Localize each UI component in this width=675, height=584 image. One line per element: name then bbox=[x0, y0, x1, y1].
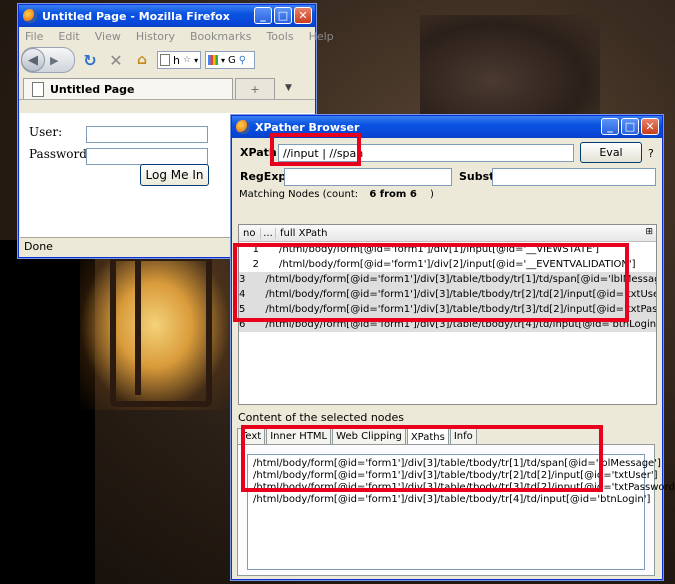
tab-untitled-page[interactable]: Untitled Page bbox=[23, 78, 233, 99]
minimize-button[interactable]: _ bbox=[601, 118, 619, 135]
firefox-logo-icon bbox=[236, 120, 250, 134]
xpather-window-title: XPather Browser bbox=[255, 120, 360, 134]
reload-icon: ↻ bbox=[83, 50, 97, 70]
forward-button[interactable]: ▶ bbox=[50, 54, 58, 67]
login-button[interactable]: Log Me In bbox=[140, 164, 209, 186]
password-label: Password: bbox=[29, 147, 91, 161]
back-arrow-icon: ◀ bbox=[28, 52, 38, 68]
column-full-xpath[interactable]: full XPath bbox=[276, 228, 327, 239]
menu-history[interactable]: History bbox=[136, 30, 175, 43]
user-label: User: bbox=[29, 125, 63, 139]
user-input[interactable] bbox=[86, 126, 208, 143]
bookmark-star-icon[interactable]: ☆ bbox=[183, 55, 191, 65]
matching-prefix: Matching Nodes (count: bbox=[239, 189, 359, 200]
page-icon bbox=[160, 54, 170, 66]
page-icon bbox=[32, 81, 44, 97]
matching-nodes-line: Matching Nodes (count: 6 from 6 ) bbox=[239, 189, 434, 200]
results-header: no ... full XPath ⊞ bbox=[239, 225, 656, 242]
regexp-label: RegExp bbox=[240, 170, 287, 183]
new-tab-button[interactable]: + bbox=[235, 78, 275, 99]
eval-button[interactable]: Eval bbox=[580, 142, 642, 163]
highlight-xpath-query bbox=[270, 133, 361, 166]
status-text: Done bbox=[24, 240, 53, 253]
highlight-selected-xpaths bbox=[241, 425, 603, 492]
home-button[interactable]: ⌂ bbox=[131, 49, 153, 71]
maximize-button[interactable]: □ bbox=[274, 7, 292, 24]
stop-icon: ✕ bbox=[109, 50, 123, 70]
menu-help[interactable]: Help bbox=[309, 30, 334, 43]
stop-button[interactable]: ✕ bbox=[105, 49, 127, 71]
column-dots[interactable]: ... bbox=[261, 227, 276, 239]
content-section-label: Content of the selected nodes bbox=[238, 411, 405, 424]
menu-view[interactable]: View bbox=[95, 30, 121, 43]
firefox-navbar: ◀ ▶ ↻ ✕ ⌂ h ☆ ▾ ▾ G ⚲ bbox=[19, 45, 315, 75]
firefox-logo-icon bbox=[23, 9, 37, 23]
reload-button[interactable]: ↻ bbox=[79, 49, 101, 71]
back-forward-group: ◀ ▶ bbox=[21, 47, 75, 73]
xpather-window: XPather Browser _ □ ✕ XPath //input | //… bbox=[231, 115, 675, 580]
minimize-button[interactable]: _ bbox=[254, 7, 272, 24]
column-picker-icon[interactable]: ⊞ bbox=[645, 227, 653, 237]
firefox-menubar: File Edit View History Bookmarks Tools H… bbox=[19, 27, 334, 45]
url-bar[interactable]: h ☆ ▾ bbox=[157, 51, 201, 69]
firefox-tabstrip: Untitled Page + ▼ bbox=[19, 75, 315, 100]
xpath-line: /html/body/form[@id='form1']/div[3]/tabl… bbox=[253, 494, 651, 505]
close-button[interactable]: ✕ bbox=[641, 118, 659, 135]
password-input[interactable] bbox=[86, 148, 208, 165]
home-icon: ⌂ bbox=[136, 52, 148, 68]
firefox-titlebar[interactable]: Untitled Page - Mozilla Firefox _ □ ✕ bbox=[19, 5, 315, 27]
search-bar[interactable]: ▾ G ⚲ bbox=[205, 51, 255, 69]
background-lantern-bar bbox=[135, 255, 141, 395]
subst-label: Subst bbox=[459, 170, 495, 183]
regexp-input[interactable] bbox=[284, 168, 452, 186]
search-engine-dropdown-icon[interactable]: ▾ bbox=[221, 56, 225, 65]
search-engine-icon[interactable] bbox=[208, 55, 218, 65]
tab-title: Untitled Page bbox=[50, 82, 135, 96]
help-link[interactable]: ? bbox=[648, 147, 654, 160]
column-no[interactable]: no bbox=[239, 227, 261, 239]
menu-tools[interactable]: Tools bbox=[266, 30, 293, 43]
url-dropdown-icon[interactable]: ▾ bbox=[194, 56, 198, 65]
menu-bookmarks[interactable]: Bookmarks bbox=[190, 30, 251, 43]
background-lantern-frame bbox=[110, 255, 212, 407]
back-button[interactable]: ◀ bbox=[21, 48, 45, 72]
search-icon[interactable]: ⚲ bbox=[239, 55, 246, 66]
maximize-button[interactable]: □ bbox=[621, 118, 639, 135]
subst-input[interactable] bbox=[492, 168, 656, 186]
search-text: G bbox=[228, 54, 236, 66]
menu-file[interactable]: File bbox=[25, 30, 43, 43]
matching-suffix: ) bbox=[429, 189, 434, 200]
new-tab-icon: + bbox=[250, 82, 260, 96]
close-button[interactable]: ✕ bbox=[294, 7, 312, 24]
xpather-body: XPath //input | //span Eval ? RegExp Sub… bbox=[232, 138, 675, 578]
firefox-window-title: Untitled Page - Mozilla Firefox bbox=[42, 9, 230, 23]
highlight-matched-rows bbox=[233, 243, 629, 322]
tab-list-arrow-icon[interactable]: ▼ bbox=[285, 83, 292, 93]
url-text: h bbox=[173, 53, 180, 67]
menu-edit[interactable]: Edit bbox=[58, 30, 79, 43]
background-hat-art bbox=[420, 15, 600, 125]
matching-count: 6 from 6 bbox=[369, 189, 417, 200]
